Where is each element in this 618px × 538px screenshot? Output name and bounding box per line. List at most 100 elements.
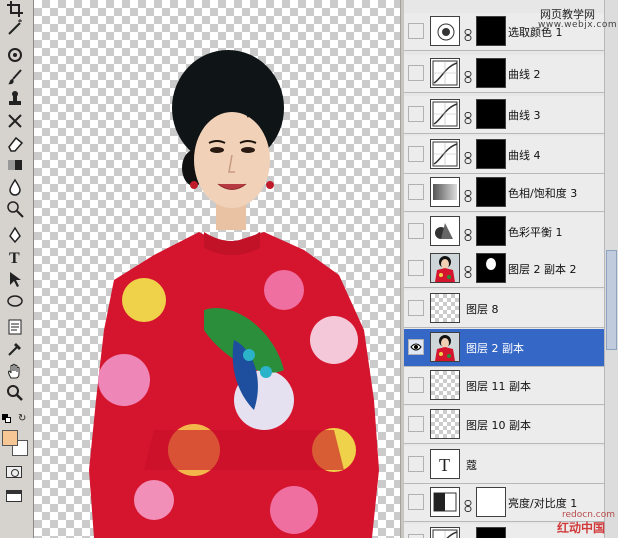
layer-visibility-toggle[interactable] <box>408 223 424 239</box>
layer-mask-thumbnail[interactable] <box>476 99 506 129</box>
curves-icon[interactable] <box>430 139 460 169</box>
layer-visibility-toggle[interactable] <box>408 106 424 122</box>
layers-scrollbar[interactable] <box>604 0 618 538</box>
layer-name: 图层 10 副本 <box>466 419 531 432</box>
portrait-photo <box>89 50 379 538</box>
ellipse-shape-icon[interactable] <box>4 292 26 310</box>
layer-row[interactable]: 图层 2 副本 2 <box>404 250 604 288</box>
layer-row[interactable]: 图层 10 副本 <box>404 406 604 444</box>
layer-name: 蔻 <box>466 459 477 472</box>
brush-icon[interactable] <box>4 68 26 86</box>
svg-text:T: T <box>439 455 450 475</box>
layer-visibility-toggle[interactable] <box>408 260 424 276</box>
magic-wand-icon[interactable] <box>4 18 26 36</box>
layer-mask-thumbnail[interactable] <box>476 253 506 283</box>
layer-name: 图层 2 副本 2 <box>508 263 577 276</box>
layer-mask-thumbnail[interactable] <box>476 177 506 207</box>
watermark-url: www.webjx.com <box>538 20 618 30</box>
layer-name: 曲线 2 <box>508 68 541 81</box>
layer-thumbnail[interactable] <box>430 332 460 362</box>
curves-icon[interactable] <box>430 58 460 88</box>
layer-thumbnail[interactable] <box>430 293 460 323</box>
gradient-icon[interactable] <box>4 156 26 174</box>
layer-thumbnail[interactable] <box>430 409 460 439</box>
layer-row[interactable]: 曲线 4 <box>404 136 604 174</box>
layers-panel: 选取颜色 1 曲线 2 曲线 3 曲线 4 色相/饱和度 3 色彩平衡 1 图层 2 副本 … <box>404 0 618 538</box>
link-chain-icon[interactable] <box>464 109 472 124</box>
layer-mask-thumbnail[interactable] <box>476 16 506 46</box>
eraser-icon[interactable] <box>4 134 26 152</box>
quick-mask-icon[interactable] <box>6 466 22 478</box>
selective-color-icon[interactable] <box>430 16 460 46</box>
layer-visibility-toggle[interactable] <box>408 416 424 432</box>
layer-mask-thumbnail[interactable] <box>476 527 506 538</box>
link-chain-icon[interactable] <box>464 68 472 83</box>
hue-saturation-icon[interactable] <box>430 177 460 207</box>
clone-stamp-icon[interactable] <box>4 90 26 108</box>
layer-name: 图层 2 副本 <box>466 342 524 355</box>
layer-name: 图层 8 <box>466 303 499 316</box>
layer-visibility-toggle[interactable] <box>408 456 424 472</box>
dodge-icon[interactable] <box>4 200 26 218</box>
toolbox: T ↻ <box>0 0 34 538</box>
path-selection-icon[interactable] <box>4 270 26 288</box>
eye-icon <box>410 343 422 351</box>
layer-visibility-toggle[interactable] <box>408 534 424 538</box>
layer-row[interactable]: 图层 8 <box>404 290 604 328</box>
layer-name: 曲线 4 <box>508 149 541 162</box>
layer-row[interactable]: 曲线 3 <box>404 96 604 134</box>
screen-mode-icon[interactable] <box>6 490 22 502</box>
watermark-bottom: 红动中国 <box>557 521 606 535</box>
layer-row[interactable]: T蔻 <box>404 446 604 484</box>
layer-visibility-toggle[interactable] <box>408 300 424 316</box>
default-colors-icon[interactable] <box>2 414 12 424</box>
layer-mask-thumbnail[interactable] <box>476 139 506 169</box>
layer-mask-thumbnail[interactable] <box>476 58 506 88</box>
scrollbar-thumb[interactable] <box>606 250 617 350</box>
blur-icon[interactable] <box>4 178 26 196</box>
layer-visibility-toggle[interactable] <box>408 339 424 355</box>
link-chain-icon[interactable] <box>464 497 472 512</box>
document-canvas[interactable] <box>34 0 400 538</box>
layer-name: 曲线 3 <box>508 109 541 122</box>
zoom-icon[interactable] <box>4 384 26 402</box>
curves-icon[interactable] <box>430 99 460 129</box>
layer-mask-thumbnail[interactable] <box>476 216 506 246</box>
layer-visibility-toggle[interactable] <box>408 184 424 200</box>
link-chain-icon[interactable] <box>464 26 472 41</box>
eyedropper-icon[interactable] <box>4 340 26 358</box>
layer-row[interactable]: 图层 2 副本 <box>404 329 604 367</box>
swap-colors-icon[interactable]: ↻ <box>18 413 26 424</box>
layer-row[interactable]: 色彩平衡 1 <box>404 213 604 251</box>
layer-row[interactable]: 图层 11 副本 <box>404 367 604 405</box>
layer-visibility-toggle[interactable] <box>408 65 424 81</box>
layer-visibility-toggle[interactable] <box>408 494 424 510</box>
history-brush-icon[interactable] <box>4 112 26 130</box>
healing-brush-icon[interactable] <box>4 46 26 64</box>
layer-name: 图层 11 副本 <box>466 380 531 393</box>
layer-mask-thumbnail[interactable] <box>476 487 506 517</box>
type-icon[interactable]: T <box>4 248 26 266</box>
link-chain-icon[interactable] <box>464 263 472 278</box>
layer-visibility-toggle[interactable] <box>408 377 424 393</box>
layer-thumbnail[interactable] <box>430 253 460 283</box>
text-layer-icon[interactable]: T <box>430 449 460 479</box>
link-chain-icon[interactable] <box>464 226 472 241</box>
svg-text:T: T <box>9 250 20 266</box>
crop-tool-icon[interactable] <box>4 0 26 18</box>
layer-name: 色彩平衡 1 <box>508 226 563 239</box>
link-chain-icon[interactable] <box>464 187 472 202</box>
layer-row[interactable]: 曲线 2 <box>404 55 604 93</box>
foreground-color-swatch[interactable] <box>2 430 18 446</box>
hand-icon[interactable] <box>4 362 26 380</box>
link-chain-icon[interactable] <box>464 149 472 164</box>
pen-icon[interactable] <box>4 226 26 244</box>
layer-visibility-toggle[interactable] <box>408 23 424 39</box>
layer-row[interactable]: 色相/饱和度 3 <box>404 174 604 212</box>
layer-thumbnail[interactable] <box>430 370 460 400</box>
layer-visibility-toggle[interactable] <box>408 146 424 162</box>
curves-icon[interactable] <box>430 527 460 538</box>
color-balance-icon[interactable] <box>430 216 460 246</box>
notes-icon[interactable] <box>4 318 26 336</box>
brightness-contrast-icon[interactable] <box>430 487 460 517</box>
